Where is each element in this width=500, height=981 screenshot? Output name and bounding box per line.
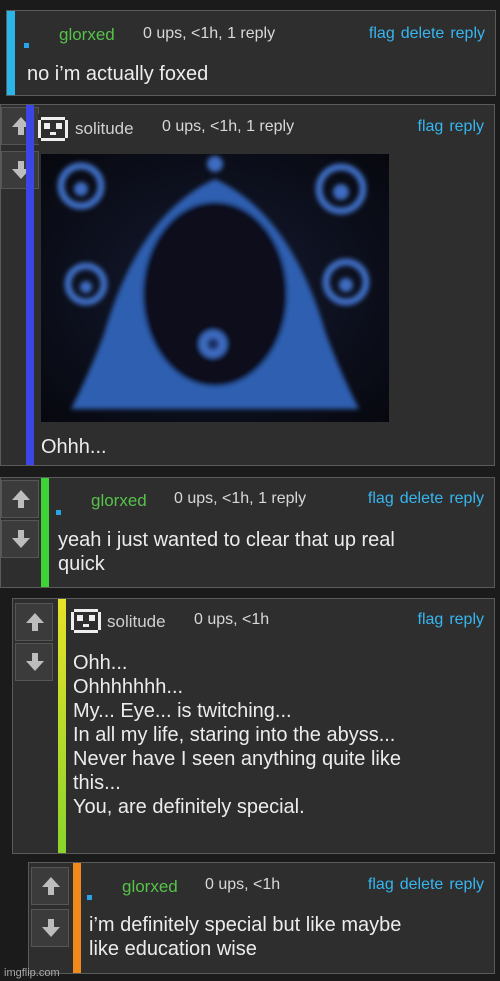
comment-glorxed-2: glorxed 0 ups, <1h, 1 reply flag delete re…: [0, 477, 495, 588]
reply-link[interactable]: reply: [449, 611, 484, 628]
arrow-up-icon: [26, 613, 44, 631]
delete-link[interactable]: delete: [400, 490, 444, 507]
thread-depth-stripe: [73, 863, 81, 973]
thread-depth-stripe: [26, 105, 34, 465]
watermark: imgflip.com: [4, 967, 60, 979]
comment-actions: flag delete reply: [363, 25, 485, 43]
username-link[interactable]: glorxed: [59, 25, 115, 45]
comment-meta: 0 ups, <1h, 1 reply: [162, 118, 295, 135]
downvote-button[interactable]: [15, 643, 53, 681]
comment-body: no i’m actually foxed: [27, 63, 209, 85]
avatar[interactable]: [24, 43, 29, 48]
comment-solitude-2: solitude 0 ups, <1h flag reply Ohh... Ohh…: [12, 598, 495, 854]
delete-link[interactable]: delete: [400, 876, 444, 893]
flag-link[interactable]: flag: [418, 118, 444, 135]
arrow-down-icon: [12, 530, 30, 548]
reply-link[interactable]: reply: [450, 25, 485, 42]
comment-actions: flag reply: [412, 118, 484, 136]
comment-glorxed-1: glorxed 0 ups, <1h, 1 reply flag delete re…: [6, 10, 496, 96]
attached-image[interactable]: [41, 154, 389, 422]
comment-solitude-1: solitude 0 ups, <1h, 1 reply flag reply: [0, 104, 495, 466]
comment-actions: flag reply: [412, 611, 484, 629]
avatar[interactable]: [38, 114, 68, 144]
username-link[interactable]: solitude: [75, 119, 134, 139]
thread-depth-stripe: [58, 599, 66, 853]
avatar[interactable]: [87, 895, 92, 900]
flag-link[interactable]: flag: [418, 611, 444, 628]
arrow-down-icon: [26, 653, 44, 671]
flag-link[interactable]: flag: [368, 876, 394, 893]
downvote-button[interactable]: [31, 909, 69, 947]
thread-depth-stripe: [7, 11, 15, 95]
comment-body: Ohh... Ohhhhhhh... My... Eye... is twitc…: [73, 652, 401, 818]
comment-actions: flag delete reply: [362, 876, 484, 894]
downvote-button[interactable]: [1, 520, 39, 558]
upvote-button[interactable]: [1, 480, 39, 518]
comment-body: Ohhh...: [41, 436, 107, 458]
comment-glorxed-3: glorxed 0 ups, <1h flag delete reply i’m d…: [28, 862, 495, 974]
comment-meta: 0 ups, <1h, 1 reply: [143, 25, 276, 42]
reply-link[interactable]: reply: [449, 490, 484, 507]
comment-body: yeah i just wanted to clear that up real…: [58, 529, 395, 575]
arrow-up-icon: [12, 490, 30, 508]
delete-link[interactable]: delete: [401, 25, 445, 42]
upvote-button[interactable]: [15, 603, 53, 641]
comment-meta: 0 ups, <1h, 1 reply: [174, 490, 307, 507]
avatar[interactable]: [56, 510, 61, 515]
comment-meta: 0 ups, <1h: [205, 876, 281, 893]
username-link[interactable]: solitude: [107, 612, 166, 632]
username-link[interactable]: glorxed: [91, 491, 147, 511]
arrow-up-icon: [42, 877, 60, 895]
reply-link[interactable]: reply: [449, 118, 484, 135]
comment-actions: flag delete reply: [362, 490, 484, 508]
upvote-button[interactable]: [31, 867, 69, 905]
thread-depth-stripe: [41, 478, 49, 587]
reply-link[interactable]: reply: [449, 876, 484, 893]
comment-body: i’m definitely special but like maybe li…: [89, 914, 402, 960]
username-link[interactable]: glorxed: [122, 877, 178, 897]
flag-link[interactable]: flag: [368, 490, 394, 507]
flag-link[interactable]: flag: [369, 25, 395, 42]
comment-meta: 0 ups, <1h: [194, 611, 270, 628]
arrow-down-icon: [42, 919, 60, 937]
avatar[interactable]: [71, 606, 101, 636]
